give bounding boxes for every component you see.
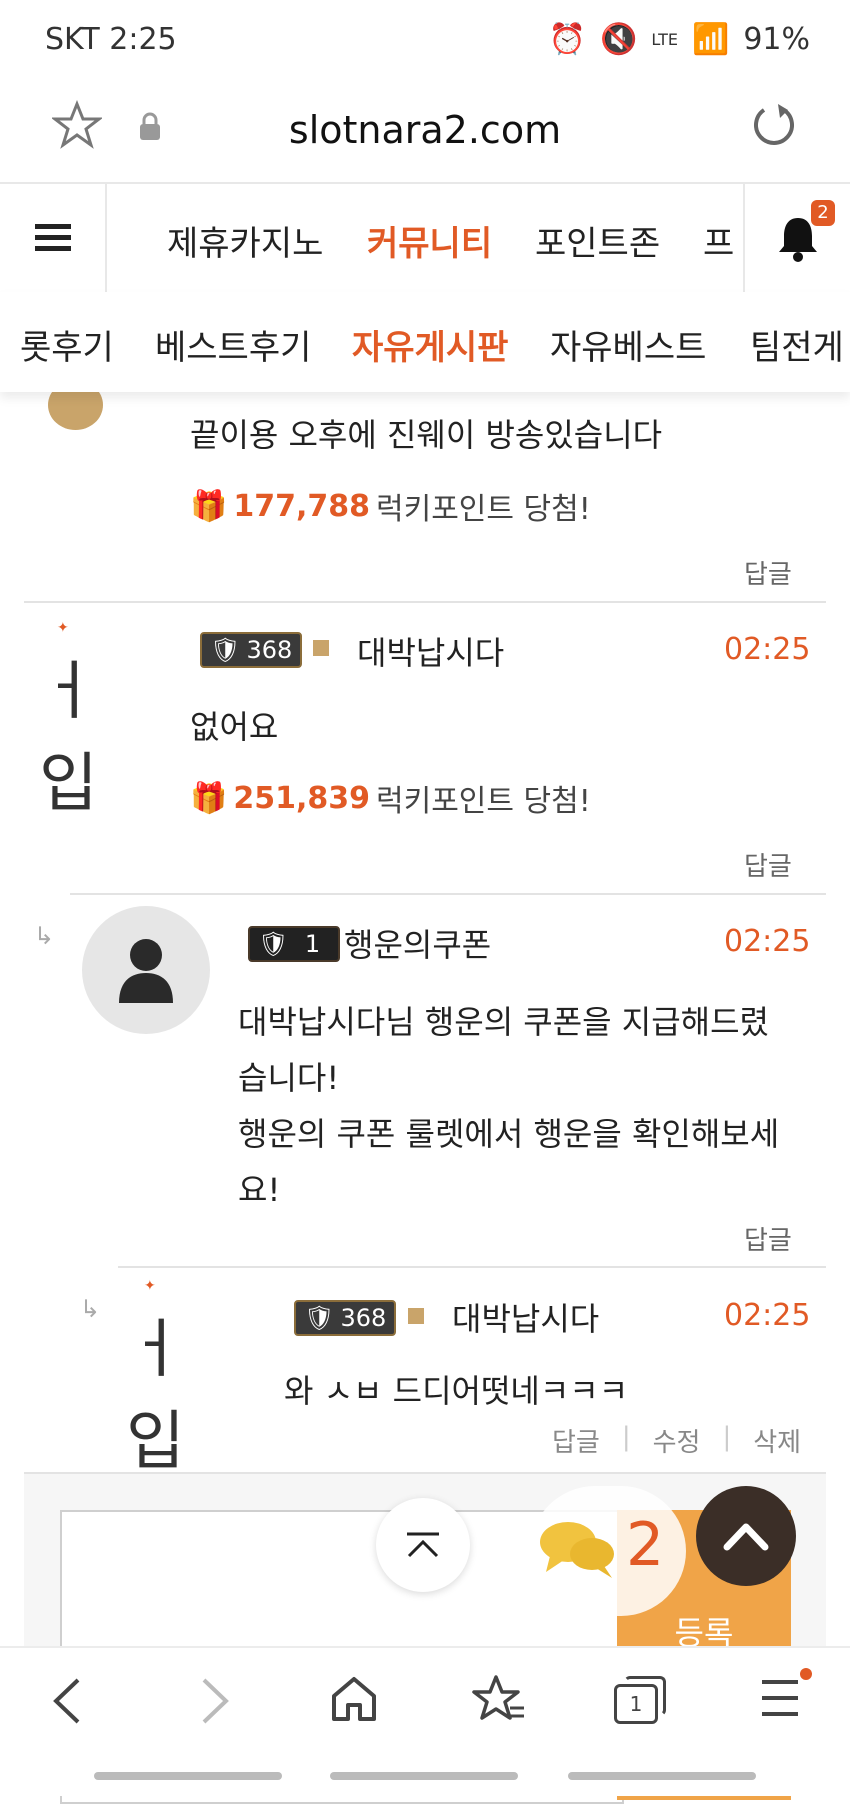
comment-line: 대박납시다님 행운의 쿠폰을 지급해드렸 xyxy=(238,1003,769,1041)
shield-icon: 🛡 xyxy=(258,930,289,958)
alarm-icon: ⏰ xyxy=(548,22,586,57)
comment-count-button[interactable]: 2 xyxy=(530,1486,686,1616)
menu-icon[interactable] xyxy=(758,1678,802,1718)
lucky-points: 🎁 251,839 럭키포인트 당첨! xyxy=(190,776,591,820)
lucky-points-value: 251,839 xyxy=(233,780,370,816)
comment-text: 와 ㅅㅂ 드디어떳네ㅋㅋㅋ xyxy=(284,1372,629,1410)
gesture-handle xyxy=(94,1772,282,1780)
reply-button[interactable]: 답글 xyxy=(744,846,792,883)
edit-button[interactable]: 수정 xyxy=(653,1422,701,1459)
reply-arrow-icon: ↳ xyxy=(34,922,55,950)
status-icons: ⏰ 🔇 LTE 📶 91% xyxy=(549,22,810,57)
nickname[interactable]: 행운의쿠폰 xyxy=(344,920,491,966)
reply-button[interactable]: 답글 xyxy=(552,1422,600,1459)
comment-line: 행운의 쿠폰 룰렛에서 행운을 확인해보세 xyxy=(238,1115,780,1153)
shield-icon: 🛡 xyxy=(304,1304,335,1332)
home-icon[interactable] xyxy=(330,1676,378,1722)
nickname[interactable]: 대박납시다 xyxy=(357,628,504,674)
comment-time: 02:25 xyxy=(724,632,811,667)
gesture-handle xyxy=(330,1772,518,1780)
comment-actions: 답글 | 수정 | 삭제 xyxy=(552,1422,801,1459)
nav-item-point-zone[interactable]: 포인트존 xyxy=(535,216,660,265)
main-nav: 제휴카지노 커뮤니티 포인트존 프 2 xyxy=(0,182,850,294)
level-value: 368 xyxy=(246,636,293,664)
divider xyxy=(70,893,826,895)
separator: | xyxy=(621,1422,631,1452)
tab-count: 1 xyxy=(614,1684,658,1724)
forward-icon[interactable] xyxy=(200,1678,230,1724)
bookmarks-icon[interactable] xyxy=(470,1674,526,1726)
comment-line: 습니다! xyxy=(238,1059,340,1097)
gesture-handle xyxy=(568,1772,756,1780)
status-bar: SKT 2:25 ⏰ 🔇 LTE 📶 91% xyxy=(0,0,850,80)
rank-icon xyxy=(408,1308,424,1324)
gift-icon: 🎁 xyxy=(190,780,228,816)
reload-icon[interactable] xyxy=(750,102,798,150)
lucky-points-label: 럭키포인트 당첨! xyxy=(376,492,591,527)
avatar: ✦ ㅓ입 xyxy=(122,1278,242,1479)
mute-icon: 🔇 xyxy=(600,22,638,57)
comment-text: 끝이용 오후에 진웨이 방송있습니다 xyxy=(190,416,663,454)
reply-arrow-icon: ↳ xyxy=(80,1295,101,1323)
avatar xyxy=(82,906,210,1034)
back-icon[interactable] xyxy=(52,1678,82,1724)
level-badge: 🛡 368 xyxy=(294,1300,397,1336)
rank-icon xyxy=(313,640,329,656)
tabs-button[interactable]: 1 xyxy=(614,1676,666,1724)
divider xyxy=(118,1266,826,1268)
avatar-signature: ㅓ입 xyxy=(126,1313,185,1479)
url-text[interactable]: slotnara2.com xyxy=(0,108,850,152)
reply-button[interactable]: 답글 xyxy=(744,1220,792,1257)
comment-time: 02:25 xyxy=(724,924,811,959)
subnav-item-team[interactable]: 팀전게 xyxy=(750,320,844,369)
subnav-item-free-best[interactable]: 자유베스트 xyxy=(550,320,706,369)
nav-item-community[interactable]: 커뮤니티 xyxy=(367,216,492,265)
avatar: ✦ ㅓ입 xyxy=(35,620,155,821)
signal-icon: 📶 xyxy=(691,22,730,57)
lte-indicator: LTE xyxy=(651,30,678,49)
nav-item-more[interactable]: 프 xyxy=(703,216,734,265)
delete-button[interactable]: 삭제 xyxy=(753,1422,801,1459)
level-value: 368 xyxy=(340,1304,387,1332)
chevron-up-icon xyxy=(723,1523,769,1551)
menu-notification-dot xyxy=(800,1668,812,1680)
sub-nav: 롯후기 베스트후기 자유게시판 자유베스트 팀전게 xyxy=(0,292,850,392)
comment-time: 02:25 xyxy=(724,1298,811,1333)
level-badge: 🛡 368 xyxy=(200,632,303,668)
subnav-item-free-board[interactable]: 자유게시판 xyxy=(352,320,508,369)
browser-bottom-bar: 1 xyxy=(0,1646,850,1796)
subnav-item-reviews[interactable]: 롯후기 xyxy=(20,320,114,369)
address-bar: slotnara2.com xyxy=(0,80,850,180)
gift-icon: 🎁 xyxy=(190,488,228,524)
avatar-signature: ㅓ입 xyxy=(39,655,98,821)
carrier-time: SKT 2:25 xyxy=(45,22,177,57)
notification-badge: 2 xyxy=(811,200,835,226)
nav-item-partner-casino[interactable]: 제휴카지노 xyxy=(167,216,323,265)
comment-line: 요! xyxy=(238,1171,281,1209)
chat-bubbles-icon xyxy=(540,1522,614,1578)
scroll-top-button[interactable] xyxy=(376,1498,470,1592)
scroll-top-icon xyxy=(407,1532,439,1558)
comment-count: 2 xyxy=(626,1510,665,1580)
subnav-item-best-reviews[interactable]: 베스트후기 xyxy=(155,320,311,369)
separator: | xyxy=(722,1422,732,1452)
comment-text: 없어요 xyxy=(190,708,279,746)
nickname[interactable]: 대박납시다 xyxy=(452,1294,599,1340)
divider xyxy=(24,601,826,603)
reply-button[interactable]: 답글 xyxy=(744,554,792,591)
comment-text: 대박납시다님 행운의 쿠폰을 지급해드렸 습니다! 행운의 쿠폰 룰렛에서 행운… xyxy=(238,994,779,1218)
user-icon xyxy=(119,939,173,1003)
lucky-points: 🎁 177,788 럭키포인트 당첨! xyxy=(190,484,591,528)
notification-button[interactable]: 2 xyxy=(743,184,850,292)
lucky-points-value: 177,788 xyxy=(233,488,370,524)
level-value: 1 xyxy=(304,930,321,958)
shield-icon: 🛡 xyxy=(210,636,241,664)
level-badge: 🛡 1 xyxy=(248,926,341,962)
battery-level: 91% xyxy=(743,22,810,57)
lucky-points-label: 럭키포인트 당첨! xyxy=(376,784,591,819)
hamburger-menu-button[interactable] xyxy=(0,184,107,292)
hamburger-icon xyxy=(34,224,71,251)
scroll-up-button[interactable] xyxy=(696,1486,796,1586)
